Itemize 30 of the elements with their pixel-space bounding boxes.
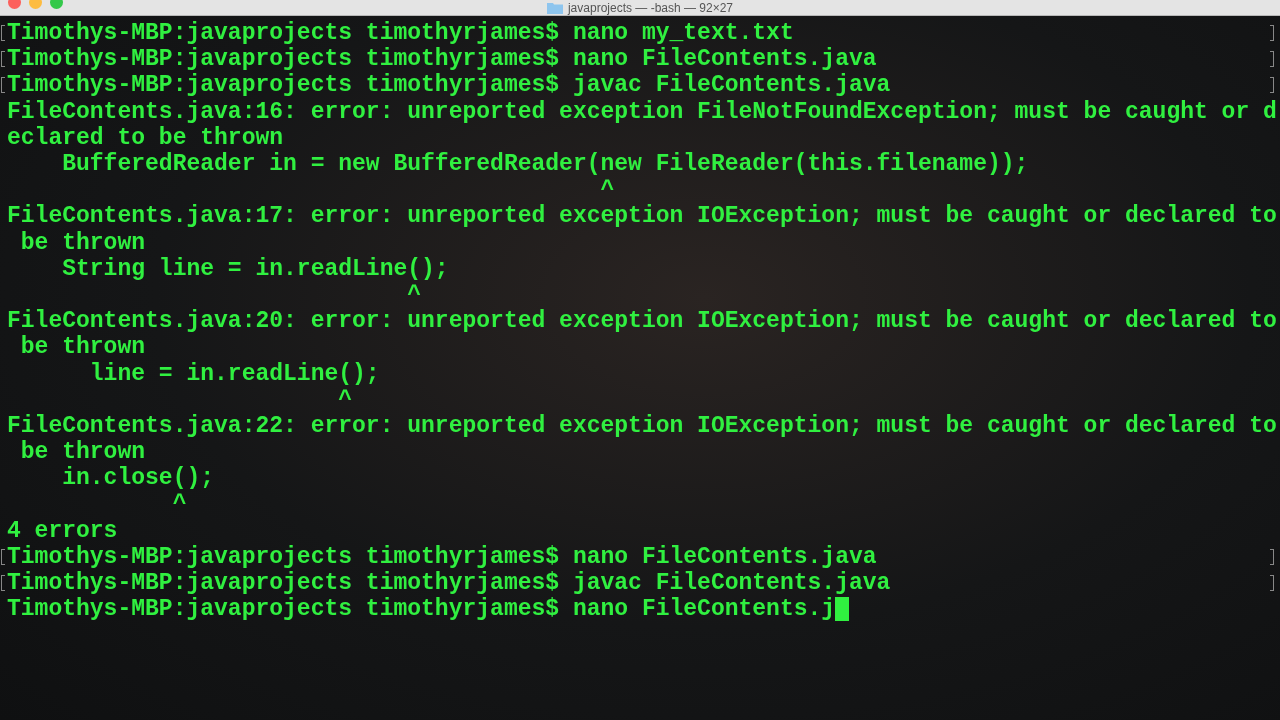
terminal-line: eclared to be thrown (7, 124, 284, 151)
terminal-line: FileContents.java:22: error: unreported exception IOException; must be caught or declared to (7, 412, 1277, 439)
terminal-line: in.close(); (61, 465, 215, 492)
mark-bracket-icon (1270, 51, 1274, 68)
terminal-line: FileContents.java:20: error: unreported exception IOException; must be caught or declared to (7, 308, 1277, 335)
terminal-line: Timothys-MBP:javaprojects timothyrjames$ javac FileContents.java (7, 72, 891, 99)
terminal-line: Timothys-MBP:javaprojects timothyrjames$ nano FileContents.java (7, 543, 877, 570)
folder-icon (546, 1, 563, 14)
terminal-line: FileContents.java:16: error: unreported exception FileNotFoundException; must be caught or d (7, 98, 1277, 125)
terminal-line: Timothys-MBP:javaprojects timothyrjames$ nano FileContents.java (7, 46, 877, 73)
window-title: javaprojects — -bash — 92×27 (567, 0, 734, 15)
terminal-line: ^ (406, 281, 422, 308)
terminal-line: FileContents.java:17: error: unreported exception IOException; must be caught or declared to (7, 203, 1277, 230)
mark-bracket-icon (1270, 25, 1274, 41)
terminal-line: line = in.readLine(); (88, 360, 380, 387)
terminal-line: Timothys-MBP:javaprojects timothyrjames$ javac FileContents.java (7, 570, 891, 597)
terminal-line: Timothys-MBP:javaprojects timothyrjames$ nano my_text.txt (7, 20, 794, 47)
mark-bracket-icon (1270, 77, 1274, 94)
terminal-line: be thrown (19, 439, 146, 466)
terminal-line: ^ (171, 491, 187, 518)
terminal-line: ^ (337, 386, 353, 413)
terminal-line: Timothys-MBP:javaprojects timothyrjames$ nano FileContents.j (7, 596, 836, 623)
mark-bracket-icon (1270, 548, 1274, 565)
terminal-line: ^ (599, 177, 615, 204)
mark-bracket-icon (1270, 574, 1274, 591)
terminal-line: String line = in.readLine(); (61, 255, 449, 282)
terminal-line: be thrown (19, 334, 146, 361)
terminal-line: be thrown (19, 229, 146, 256)
terminal-line: BufferedReader in = new BufferedReader(new FileReader(this.filename)); (61, 151, 1029, 178)
terminal-line: 4 errors (7, 517, 118, 544)
